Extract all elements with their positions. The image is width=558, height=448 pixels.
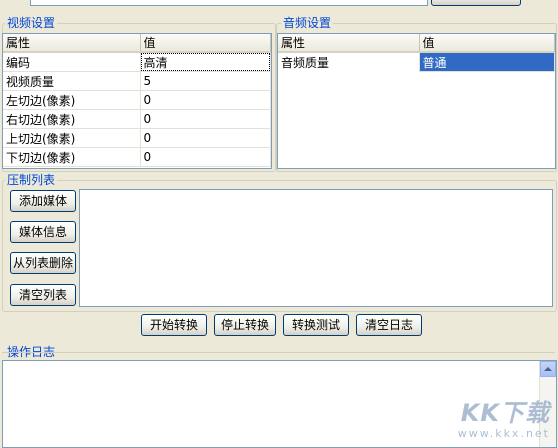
video-settings-grid[interactable]: 属性 值 编码 高清 视频质量 5 左切边(像素) 0 右切边(像素) 0 上切: [2, 33, 272, 169]
video-value-cell[interactable]: 0: [140, 128, 271, 148]
watermark-logo: KK下载: [460, 399, 550, 427]
audio-settings-grid[interactable]: 属性 值 音频质量 普通: [277, 33, 556, 169]
video-value-cell[interactable]: 0: [140, 90, 271, 110]
start-convert-button[interactable]: 开始转换: [141, 314, 207, 336]
remove-from-list-button[interactable]: 从列表删除: [10, 252, 76, 274]
video-value-cell[interactable]: 0: [140, 147, 271, 167]
compress-list-title: 压制列表: [5, 173, 58, 187]
watermark-url: www.kkx.net: [457, 427, 550, 440]
video-settings-title: 视频设置: [5, 16, 58, 30]
table-row[interactable]: 左切边(像素) 0: [3, 90, 271, 110]
add-media-button[interactable]: 添加媒体: [10, 190, 76, 212]
clear-list-button[interactable]: 清空列表: [10, 284, 76, 306]
table-row[interactable]: 音频质量 普通: [278, 52, 555, 72]
video-header-value[interactable]: 值: [140, 34, 271, 53]
table-row[interactable]: 视频质量 5: [3, 71, 271, 91]
media-listbox[interactable]: [79, 189, 553, 307]
video-value-cell[interactable]: 0: [140, 109, 271, 129]
top-browse-button[interactable]: [431, 0, 521, 6]
video-header-prop[interactable]: 属性: [3, 34, 141, 53]
scroll-up-arrow[interactable]: [540, 361, 556, 377]
video-prop-cell: 编码: [3, 52, 141, 72]
table-row[interactable]: 下切边(像素) 0: [3, 147, 271, 167]
table-row[interactable]: 编码 高清: [3, 52, 271, 72]
video-value-cell[interactable]: 高清: [140, 52, 271, 72]
video-prop-cell: 左切边(像素): [3, 90, 141, 110]
audio-prop-cell: 音频质量: [278, 52, 420, 72]
audio-header-value[interactable]: 值: [419, 34, 555, 53]
log-group-line: [2, 352, 555, 353]
kkx-watermark: KK下载 www.kkx.net: [458, 399, 550, 440]
video-prop-cell: 视频质量: [3, 71, 141, 91]
video-value-cell[interactable]: 5: [140, 71, 271, 91]
table-row[interactable]: 右切边(像素) 0: [3, 109, 271, 129]
stop-convert-button[interactable]: 停止转换: [214, 314, 276, 336]
video-prop-cell: 右切边(像素): [3, 109, 141, 129]
audio-settings-title: 音频设置: [281, 16, 334, 30]
video-prop-cell: 上切边(像素): [3, 128, 141, 148]
table-row[interactable]: 上切边(像素) 0: [3, 128, 271, 148]
audio-header-prop[interactable]: 属性: [278, 34, 420, 53]
audio-value-cell[interactable]: 普通: [419, 52, 555, 72]
video-prop-cell: 下切边(像素): [3, 147, 141, 167]
media-info-button[interactable]: 媒体信息: [10, 221, 76, 243]
top-path-input[interactable]: [30, 0, 428, 6]
clear-log-button[interactable]: 清空日志: [356, 314, 422, 336]
chevron-up-icon: [544, 367, 552, 371]
test-convert-button[interactable]: 转换测试: [283, 314, 349, 336]
